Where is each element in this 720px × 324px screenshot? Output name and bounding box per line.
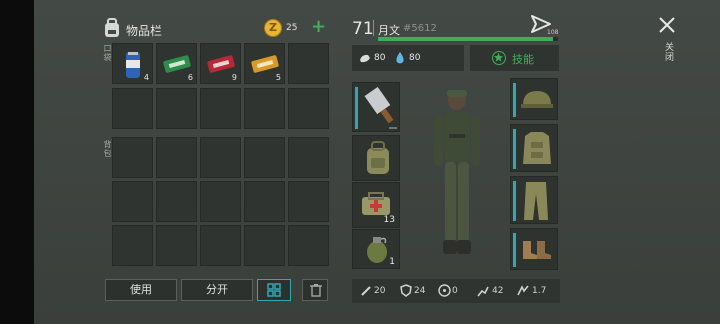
pants-slot[interactable]	[510, 176, 558, 224]
food-icon	[360, 54, 370, 63]
bag-slot[interactable]	[244, 181, 285, 222]
xp-bar-fill	[378, 37, 553, 41]
bag-slot[interactable]	[112, 137, 153, 178]
inventory-slot[interactable]	[200, 88, 241, 129]
close-button[interactable]	[654, 12, 680, 38]
inventory-slot[interactable]: 9	[200, 43, 241, 84]
player-id: #5612	[403, 23, 437, 34]
backpack-slot[interactable]	[352, 135, 400, 181]
durability-bar	[513, 181, 516, 221]
player-name: 月文	[378, 24, 400, 37]
durability-bar	[513, 83, 516, 117]
stealth-value: 1.7	[532, 286, 547, 296]
player-level: 71	[352, 19, 374, 39]
pants-icon	[524, 182, 548, 220]
speed-value: 42	[492, 286, 504, 296]
inventory-slot[interactable]	[288, 88, 329, 129]
bag-slot[interactable]	[112, 225, 153, 266]
grenade-count: 1	[389, 257, 395, 267]
helmet-slot[interactable]	[510, 78, 558, 120]
durability-bar	[513, 129, 516, 169]
xp-bar	[378, 37, 558, 41]
trash-icon	[310, 284, 322, 297]
inventory-screen: 物品栏 Z 25 + 口袋 背包 4 6 9 5 使用 分开 71 月文 #56…	[0, 0, 720, 324]
grenade-icon	[367, 237, 387, 263]
star-icon	[492, 51, 506, 65]
bag-slot[interactable]	[156, 137, 197, 178]
add-coins-button[interactable]: +	[311, 16, 326, 37]
bag-slot[interactable]	[288, 225, 329, 266]
split-button[interactable]: 分开	[181, 279, 253, 301]
character-figure	[422, 84, 492, 274]
radiation-value: 0	[452, 286, 458, 296]
bag-slot[interactable]	[200, 225, 241, 266]
sort-button[interactable]	[257, 279, 291, 301]
vitals-panel: 80 80	[352, 45, 464, 71]
food-value: 80	[374, 53, 386, 63]
radiation-icon	[438, 284, 451, 297]
durability-bar	[513, 233, 516, 267]
armor-slot[interactable]	[510, 124, 558, 172]
close-icon	[659, 17, 675, 33]
grid-sort-icon	[267, 283, 281, 297]
boots-slot[interactable]	[510, 228, 558, 270]
soda-can-icon	[126, 52, 140, 78]
medkit-count: 13	[383, 215, 395, 225]
use-button[interactable]: 使用	[105, 279, 177, 301]
bag-slot[interactable]	[244, 225, 285, 266]
attack-value: 20	[374, 286, 386, 296]
durability-bar	[355, 87, 358, 129]
gold-ticket-icon	[251, 55, 279, 73]
inventory-slot[interactable]	[112, 88, 153, 129]
header-divider	[373, 20, 374, 36]
inventory-slot[interactable]: 4	[112, 43, 153, 84]
item-count: 5	[275, 73, 281, 82]
grenade-slot[interactable]: 1	[352, 229, 400, 269]
body-armor-icon	[523, 132, 551, 164]
bag-slot[interactable]	[288, 181, 329, 222]
water-drop-icon	[396, 52, 404, 64]
weapon-slot[interactable]	[352, 82, 400, 132]
bag-slot[interactable]	[244, 137, 285, 178]
item-count: 9	[231, 73, 237, 82]
item-count: 4	[143, 73, 149, 82]
inventory-slot[interactable]: 6	[156, 43, 197, 84]
stealth-icon	[517, 285, 529, 296]
close-label[interactable]: 关闭	[662, 42, 675, 62]
defense-icon	[400, 284, 412, 297]
weapon-ammo-indicator	[389, 127, 397, 129]
inventory-title: 物品栏	[126, 24, 163, 38]
inventory-slot[interactable]	[156, 88, 197, 129]
coin-count: 25	[286, 23, 298, 33]
helmet-icon	[521, 91, 553, 108]
coin-icon: Z	[264, 19, 282, 37]
medkit-slot[interactable]: 13	[352, 182, 400, 228]
backpack-icon	[101, 17, 123, 39]
defense-value: 24	[414, 286, 426, 296]
inventory-slot[interactable]	[244, 88, 285, 129]
bag-slot[interactable]	[200, 181, 241, 222]
boots-icon	[523, 241, 551, 259]
send-icon[interactable]	[528, 12, 554, 36]
bag-slot[interactable]	[288, 137, 329, 178]
inventory-slot[interactable]	[288, 43, 329, 84]
bag-slot[interactable]	[112, 181, 153, 222]
skills-label: 技能	[512, 53, 534, 66]
backpack-icon	[367, 141, 389, 174]
stats-bar: 20 24 0 42 1.7	[352, 279, 560, 303]
attack-icon	[361, 286, 371, 296]
bag-slot[interactable]	[156, 181, 197, 222]
speed-icon	[477, 286, 489, 297]
water-value: 80	[409, 53, 421, 63]
red-ticket-icon	[207, 55, 235, 73]
skills-button[interactable]: 技能	[470, 45, 559, 71]
inventory-slot[interactable]: 5	[244, 43, 285, 84]
cleaver-icon	[364, 87, 394, 124]
item-count: 6	[187, 73, 193, 82]
bag-slot[interactable]	[200, 137, 241, 178]
left-screen-edge	[0, 0, 34, 324]
trash-button[interactable]	[302, 279, 328, 301]
bag-slot[interactable]	[156, 225, 197, 266]
green-ticket-icon	[163, 55, 191, 73]
